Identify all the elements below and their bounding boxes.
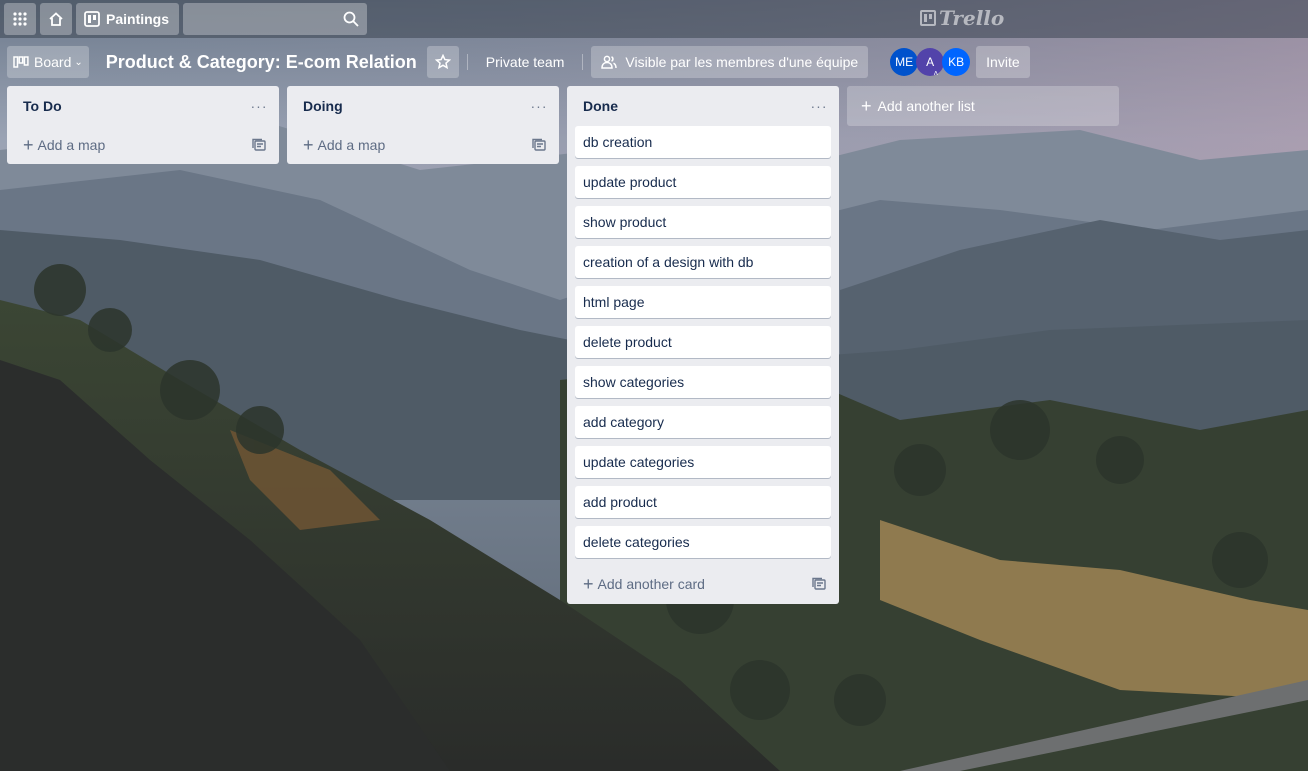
add-card-button[interactable]: Add a map [318, 137, 527, 153]
plus-icon: + [23, 135, 34, 155]
list-title[interactable]: Doing [303, 98, 527, 114]
top-navigation-bar: Paintings Trello [0, 0, 1308, 38]
list-title[interactable]: To Do [23, 98, 247, 114]
home-icon [49, 12, 63, 26]
card[interactable]: show categories [575, 366, 831, 398]
template-icon [532, 138, 546, 151]
list-header: Doing ··· [287, 86, 559, 126]
board-title[interactable]: Product & Category: E-com Relation [106, 52, 417, 73]
app-switcher-button[interactable] [4, 3, 36, 35]
list-header: To Do ··· [7, 86, 279, 126]
add-list-button[interactable]: + Add another list [847, 86, 1119, 126]
list-menu-icon[interactable]: ··· [247, 94, 271, 118]
add-card-row: + Add a map [287, 126, 559, 164]
card[interactable]: show product [575, 206, 831, 238]
add-card-button[interactable]: Add a map [38, 137, 247, 153]
add-card-row: + Add a map [7, 126, 279, 164]
team-visibility-icon [601, 55, 618, 69]
avatar[interactable]: ME [890, 48, 919, 76]
create-from-template-button[interactable] [527, 133, 551, 157]
list-title[interactable]: Done [583, 98, 807, 114]
card[interactable]: add category [575, 406, 831, 438]
board-view-switcher[interactable]: Board ⌄ [7, 46, 89, 78]
visibility-button[interactable]: Visible par les membres d'une équipe [591, 46, 869, 78]
star-board-button[interactable] [426, 46, 459, 78]
plus-icon: + [303, 135, 314, 155]
trello-logo[interactable]: Trello [920, 6, 1005, 30]
add-list-label: Add another list [877, 98, 975, 114]
plus-icon: + [861, 96, 872, 116]
card[interactable]: db creation [575, 126, 831, 158]
create-from-template-button[interactable] [807, 572, 831, 596]
visibility-label: Visible par les membres d'une équipe [625, 54, 859, 70]
trello-logo-text: Trello [939, 6, 1005, 30]
list-header: Done ··· [567, 86, 839, 126]
card[interactable]: html page [575, 286, 831, 318]
star-icon [434, 54, 451, 70]
list-done: Done ··· db creation update product show… [567, 86, 839, 604]
grid-icon [13, 12, 27, 26]
board-icon [84, 11, 100, 27]
avatar-initials: ME [895, 55, 914, 69]
home-button[interactable] [40, 3, 72, 35]
board-view-label: Board [34, 54, 72, 70]
search-icon[interactable] [343, 11, 359, 27]
add-card-button[interactable]: Add another card [598, 576, 807, 592]
avatar[interactable]: A ˄ [916, 48, 945, 78]
plus-icon: + [583, 574, 594, 594]
list-menu-icon[interactable]: ··· [807, 94, 831, 118]
admin-chevron-icon: ˄ [933, 69, 939, 78]
board-view-icon [13, 56, 29, 68]
avatar-initials: A [926, 55, 935, 69]
avatar[interactable]: KB [942, 48, 971, 76]
card[interactable]: delete product [575, 326, 831, 358]
template-icon [252, 138, 266, 151]
trello-logo-icon [920, 10, 936, 26]
template-icon [812, 577, 826, 590]
add-card-row: + Add another card [567, 564, 839, 604]
list-menu-icon[interactable]: ··· [527, 94, 551, 118]
list-to-do: To Do ··· + Add a map [7, 86, 279, 164]
card-list: db creation update product show product … [567, 126, 839, 558]
team-button[interactable]: Private team [476, 46, 575, 78]
board-header: Board ⌄ Product & Category: E-com Relati… [0, 44, 1308, 80]
board-members: ME A ˄ KB [890, 48, 971, 78]
avatar-initials: KB [948, 55, 965, 69]
invite-button[interactable]: Invite [976, 46, 1030, 78]
boards-button-label: Paintings [106, 11, 170, 27]
boards-button[interactable]: Paintings [76, 3, 180, 35]
create-from-template-button[interactable] [247, 133, 271, 157]
card[interactable]: creation of a design with db [575, 246, 831, 278]
chevron-down-icon: ⌄ [74, 56, 83, 68]
separator [466, 54, 468, 70]
separator [582, 54, 584, 70]
card[interactable]: delete categories [575, 526, 831, 558]
card[interactable]: update categories [575, 446, 831, 478]
search-box[interactable] [183, 3, 368, 35]
search-input[interactable] [183, 11, 324, 27]
card[interactable]: update product [575, 166, 831, 198]
list-doing: Doing ··· + Add a map [287, 86, 559, 164]
card[interactable]: add product [575, 486, 831, 518]
